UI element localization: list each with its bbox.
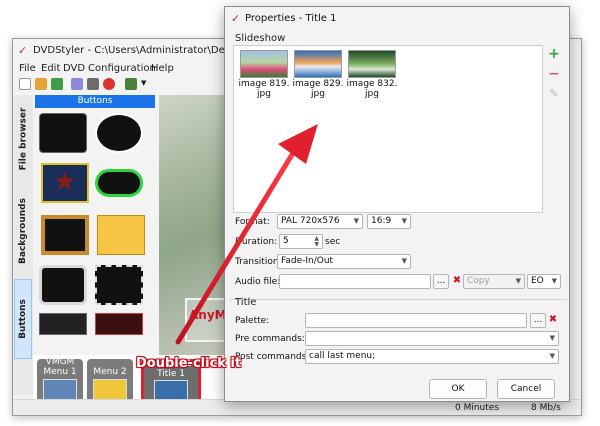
burn-icon[interactable] [103, 78, 115, 90]
dvdstyler-app-icon: ✓ [231, 12, 241, 25]
slide-item[interactable]: image 829. jpg [292, 50, 344, 99]
clear-palette-icon[interactable]: ✖ [547, 314, 559, 326]
edit-image-icon[interactable]: ✎ [547, 87, 561, 101]
slide-caption: image 819. jpg [238, 79, 290, 99]
duration-unit: sec [325, 237, 341, 247]
audio-copy-select[interactable]: Copy ▼ [463, 274, 525, 289]
side-tab-bar: File browser Backgrounds Buttons [13, 95, 33, 395]
clear-audio-icon[interactable]: ✖ [451, 275, 463, 287]
slide-caption: image 829. jpg [292, 79, 344, 99]
button-style-star[interactable]: ★ [41, 163, 89, 203]
dialog-title: Properties - Title 1 [245, 13, 337, 24]
button-style-oval[interactable] [95, 113, 143, 153]
stepper-icon[interactable]: ▲ ▼ [314, 236, 319, 248]
chevron-down-icon: ▼ [549, 352, 555, 360]
transition-select[interactable]: Fade-In/Out ▼ [277, 254, 411, 269]
tab-buttons[interactable]: Buttons [14, 279, 32, 359]
slide-thumbnail [294, 50, 342, 78]
audio-browse-button[interactable]: ... [433, 274, 449, 289]
slideshow-group-label: Slideshow [235, 33, 286, 44]
button-style-tv[interactable] [39, 265, 87, 305]
audio-file-input[interactable] [279, 274, 431, 289]
duration-input[interactable]: 5 ▲ ▼ [279, 234, 323, 249]
status-duration: 0 Minutes [455, 403, 500, 413]
duration-label: Duration: [235, 237, 278, 247]
add-file-icon[interactable] [125, 78, 137, 90]
palette-input[interactable] [305, 313, 527, 328]
chevron-down-icon: ▼ [401, 257, 407, 265]
properties-dialog: ✓ Properties - Title 1 Slideshow image 8… [224, 6, 570, 402]
tools-icon[interactable] [87, 78, 99, 90]
pre-commands-label: Pre commands: [235, 334, 305, 344]
cancel-button[interactable]: Cancel [497, 379, 555, 399]
chevron-down-icon: ▼ [515, 277, 521, 285]
slideshow-image-list[interactable]: image 819. jpg image 829. jpg image 832.… [233, 45, 543, 213]
tab-backgrounds[interactable]: Backgrounds [14, 191, 32, 271]
post-commands-select[interactable]: call last menu; ▼ [305, 349, 559, 364]
chevron-down-icon: ▼ [353, 217, 359, 225]
add-image-icon[interactable]: + [547, 47, 561, 61]
status-bitrate: 8 Mb/s [531, 403, 561, 413]
button-style-dark-1[interactable] [39, 313, 87, 335]
dialog-title-bar: ✓ Properties - Title 1 [225, 7, 569, 29]
button-style-sticky-note[interactable] [97, 215, 145, 255]
format-label: Format: [235, 217, 270, 227]
tab-file-browser[interactable]: File browser [14, 95, 32, 183]
pre-commands-select[interactable]: ▼ [305, 331, 559, 346]
chevron-down-icon: ▼ [549, 334, 555, 342]
dropdown-chevron-icon[interactable]: ▼ [141, 79, 146, 87]
audio-file-label: Audio file: [235, 277, 281, 287]
button-style-dark-2[interactable] [95, 313, 143, 335]
chevron-down-icon: ▼ [551, 277, 557, 285]
aspect-ratio-select[interactable]: 16:9 ▼ [367, 214, 411, 229]
slide-item[interactable]: image 832. jpg [346, 50, 398, 99]
new-file-icon[interactable] [19, 78, 31, 90]
format-select[interactable]: PAL 720x576 ▼ [277, 214, 363, 229]
ok-button[interactable]: OK [429, 379, 487, 399]
remove-image-icon[interactable]: − [547, 67, 561, 81]
buttons-panel: Buttons ★ [33, 95, 157, 355]
title-group-label: Title [235, 297, 257, 308]
settings-icon[interactable] [71, 78, 83, 90]
menu-edit[interactable]: Edit [41, 63, 60, 74]
menu-help[interactable]: Help [151, 63, 174, 74]
open-folder-icon[interactable] [35, 78, 47, 90]
menu-file[interactable]: File [19, 63, 36, 74]
transition-label: Transition: [235, 257, 282, 267]
audio-eo-select[interactable]: EO ▼ [527, 274, 561, 289]
button-style-green-pill[interactable] [95, 169, 143, 197]
palette-browse-button[interactable]: ... [530, 313, 546, 328]
slide-item[interactable]: image 819. jpg [238, 50, 290, 99]
save-icon[interactable] [51, 78, 63, 90]
double-click-callout: Double-click it [136, 356, 242, 371]
menu-configuration[interactable]: Configuration [88, 63, 156, 74]
palette-label: Palette: [235, 316, 270, 326]
slide-thumbnail [348, 50, 396, 78]
button-style-rounded[interactable] [39, 113, 87, 153]
slide-thumbnail [240, 50, 288, 78]
buttons-panel-header: Buttons [35, 95, 155, 108]
menu-dvd[interactable]: DVD [63, 63, 85, 74]
star-icon: ★ [53, 167, 77, 197]
chevron-down-icon: ▼ [401, 217, 407, 225]
dvdstyler-app-icon: ✓ [18, 44, 28, 57]
button-style-film[interactable] [95, 265, 143, 305]
toolbar: ▼ [13, 77, 233, 93]
button-style-gold-frame[interactable] [41, 215, 89, 255]
slide-caption: image 832. jpg [346, 79, 398, 99]
